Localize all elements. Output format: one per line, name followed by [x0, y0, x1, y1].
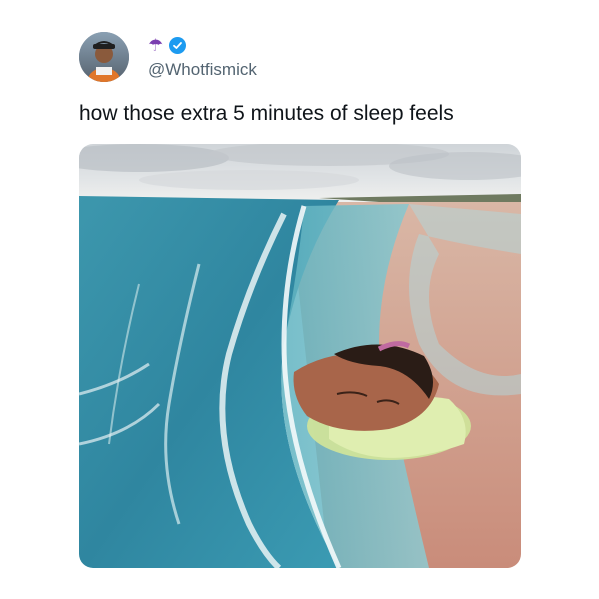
verified-badge-icon: [169, 36, 187, 54]
umbrella-icon: ☂: [148, 35, 164, 55]
avatar-image: [79, 32, 129, 82]
tweet-media-image[interactable]: [79, 144, 521, 568]
tweet-text: how those extra 5 minutes of sleep feels: [79, 102, 454, 125]
beach-photo-image: [79, 144, 521, 568]
display-name[interactable]: ☂: [148, 34, 187, 56]
user-handle[interactable]: @Whotfismick: [148, 60, 257, 80]
avatar[interactable]: [79, 32, 129, 82]
